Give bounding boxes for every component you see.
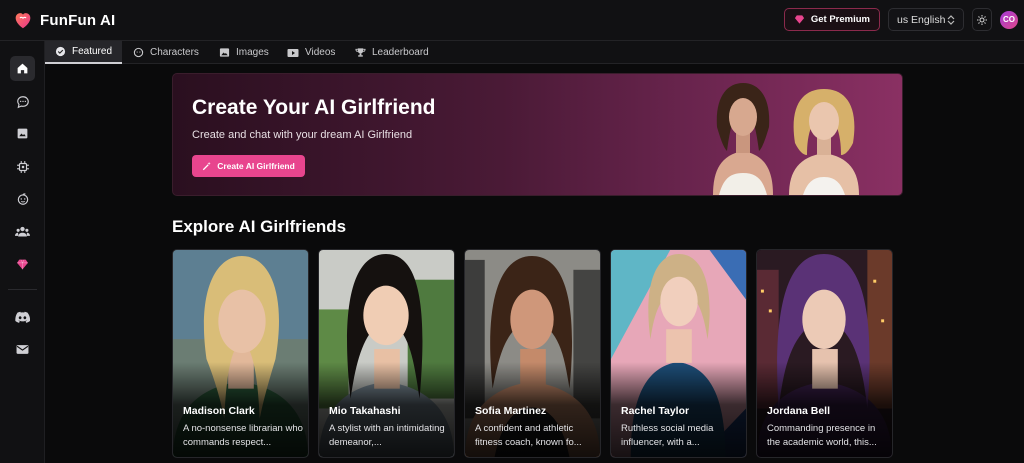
create-ai-girlfriend-button[interactable]: Create AI Girlfriend bbox=[192, 155, 305, 177]
sidebar-item-contact[interactable] bbox=[10, 337, 35, 362]
sidebar-item-discord[interactable] bbox=[10, 304, 35, 329]
top-bar: FunFun AI Get Premium us English CO bbox=[0, 0, 1024, 41]
image-icon bbox=[219, 48, 230, 57]
character-name: Rachel Taylor bbox=[621, 405, 690, 417]
get-premium-label: Get Premium bbox=[810, 14, 870, 25]
mail-icon bbox=[16, 345, 29, 354]
discord-icon bbox=[15, 311, 30, 323]
tab-label: Images bbox=[236, 47, 269, 58]
character-name: Mio Takahashi bbox=[329, 405, 401, 417]
chip-icon bbox=[16, 160, 29, 173]
tab-label: Characters bbox=[150, 47, 199, 58]
character-description: A confident and athletic fitness coach, … bbox=[475, 423, 582, 448]
hero-portrait-image bbox=[713, 83, 773, 195]
tab-images[interactable]: Images bbox=[219, 41, 269, 64]
users-icon bbox=[15, 226, 30, 237]
character-card[interactable]: Jordana Bell Commanding presence in the … bbox=[756, 249, 893, 458]
tab-featured[interactable]: Featured bbox=[45, 41, 122, 64]
tab-label: Leaderboard bbox=[372, 47, 429, 58]
sun-icon bbox=[977, 14, 987, 25]
language-label: us English bbox=[897, 13, 946, 26]
image-icon bbox=[17, 128, 28, 139]
character-card[interactable]: Rachel Taylor Ruthless social media infl… bbox=[610, 249, 747, 458]
trophy-icon bbox=[355, 48, 366, 57]
sidebar-item-premium[interactable] bbox=[10, 252, 35, 277]
sidebar-item-home[interactable] bbox=[10, 56, 35, 81]
character-name: Sofia Martinez bbox=[475, 405, 547, 417]
character-name: Jordana Bell bbox=[767, 405, 831, 417]
heart-logo-icon bbox=[15, 13, 31, 29]
sidebar-item-characters[interactable] bbox=[10, 186, 35, 211]
character-card[interactable]: Mio Takahashi A stylist with an intimida… bbox=[318, 249, 455, 458]
sidebar bbox=[0, 41, 45, 463]
sidebar-item-models[interactable] bbox=[10, 154, 35, 179]
create-ai-girlfriend-label: Create AI Girlfriend bbox=[217, 161, 295, 171]
sidebar-item-images[interactable] bbox=[10, 121, 35, 146]
theme-toggle-button[interactable] bbox=[972, 8, 992, 31]
character-card[interactable]: Madison Clark A no-nonsense librarian wh… bbox=[172, 249, 309, 458]
tab-leaderboard[interactable]: Leaderboard bbox=[355, 41, 429, 64]
magic-wand-icon bbox=[202, 161, 211, 171]
get-premium-button[interactable]: Get Premium bbox=[783, 8, 880, 31]
gem-icon bbox=[17, 259, 28, 270]
character-description: A no-nonsense librarian who commands res… bbox=[183, 423, 303, 448]
language-select[interactable]: us English bbox=[888, 8, 964, 31]
face-icon bbox=[17, 192, 28, 205]
hero-portrait-image bbox=[789, 89, 859, 195]
chevron-updown-icon bbox=[947, 14, 955, 25]
character-description: A stylist with an intimidating demeanor,… bbox=[329, 423, 445, 448]
sidebar-item-chat[interactable] bbox=[10, 89, 35, 114]
character-description: Commanding presence in the academic worl… bbox=[767, 423, 877, 448]
section-title: Explore AI Girlfriends bbox=[172, 217, 347, 236]
sidebar-item-community[interactable] bbox=[10, 219, 35, 244]
tab-label: Featured bbox=[71, 46, 113, 57]
tab-characters[interactable]: Characters bbox=[133, 41, 199, 64]
gem-icon bbox=[794, 15, 804, 24]
video-icon bbox=[287, 48, 299, 57]
check-circle-icon bbox=[55, 46, 66, 57]
avatar[interactable]: CO bbox=[1000, 10, 1018, 29]
character-description: Ruthless social media influencer, with a… bbox=[621, 423, 714, 448]
logo[interactable]: FunFun AI bbox=[12, 9, 115, 31]
home-icon bbox=[17, 63, 28, 74]
hero-banner: Create Your AI Girlfriend Create and cha… bbox=[172, 73, 903, 196]
chat-icon bbox=[16, 95, 29, 108]
face-icon bbox=[133, 47, 144, 58]
sidebar-divider bbox=[8, 289, 37, 290]
tab-videos[interactable]: Videos bbox=[287, 41, 335, 64]
app-title: FunFun AI bbox=[40, 11, 116, 29]
tab-label: Videos bbox=[305, 47, 336, 58]
hero-title: Create Your AI Girlfriend bbox=[192, 96, 436, 119]
hero-subtitle: Create and chat with your dream AI Girlf… bbox=[192, 129, 413, 141]
character-card[interactable]: Sofia Martinez A confident and athletic … bbox=[464, 249, 601, 458]
tab-bar: Featured Characters Images Videos Leader… bbox=[45, 41, 1024, 64]
character-name: Madison Clark bbox=[183, 405, 255, 417]
